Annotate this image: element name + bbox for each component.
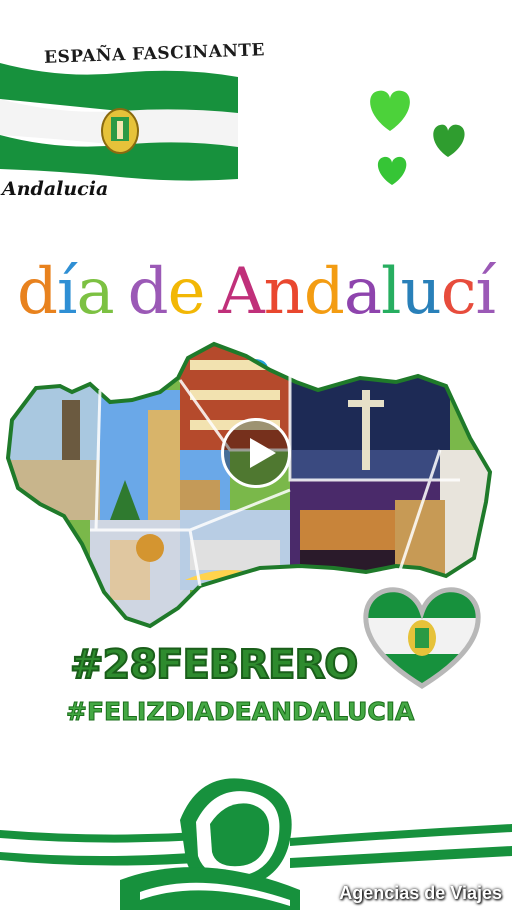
andalucia-flag [0, 63, 238, 181]
coat-of-arms-icon [101, 108, 139, 154]
watermark: Agencias de Viajes [339, 883, 502, 903]
hero-letter: d [17, 255, 58, 329]
hero-letter: a [343, 255, 382, 329]
hero-letter: í [475, 255, 496, 329]
hashtag-feliz-dia: #FELIZDIADEANDALUCIA [65, 697, 415, 727]
hero-letter: a [76, 255, 114, 329]
heart-icon [433, 124, 465, 157]
hero-letter [204, 252, 218, 332]
hashtag-28-febrero: #28FEBRERO [69, 641, 359, 689]
hero-letter: A [218, 255, 264, 329]
heart-icon [370, 90, 410, 131]
brand-subtitle: Andalucia [2, 178, 109, 200]
hearts-group [370, 90, 465, 185]
hero-letter [114, 252, 128, 332]
heart-badge-icon [363, 587, 481, 689]
hero-letter: d [303, 255, 345, 329]
hero-letter: d [127, 255, 169, 329]
hero-letter: e [167, 255, 206, 329]
hero-letter: c [440, 255, 477, 329]
hero-letter: n [263, 255, 305, 329]
heart-icon [377, 156, 407, 185]
hero-letter: í [56, 255, 77, 329]
play-button[interactable] [221, 418, 291, 488]
hero-letter: u [400, 255, 441, 329]
hero-letter: l [381, 255, 401, 329]
play-icon [250, 438, 276, 468]
